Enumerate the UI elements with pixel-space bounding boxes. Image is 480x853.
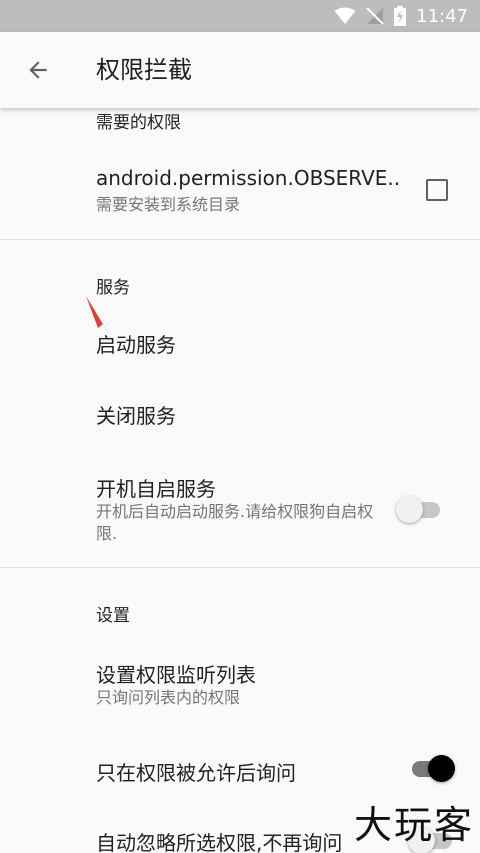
back-button[interactable] [14,46,62,94]
monitor-list-summary: 只询问列表内的权限 [96,688,241,707]
arrow-back-icon [29,61,47,79]
ask-after-granted-switch[interactable] [408,753,460,783]
switch-thumb [428,755,455,782]
category-required-permissions: 需要的权限 [96,113,181,133]
watermark-logo: 大玩客 [353,803,474,847]
stop-service-item[interactable]: 关闭服务 [96,400,176,429]
ask-after-granted-title: 只在权限被允许后询问 [96,761,296,785]
autostart-switch[interactable] [396,494,448,524]
divider [0,567,480,568]
status-time: 11:47 [416,5,468,27]
divider [0,239,480,240]
autostart-summary: 开机后自动启动服务.请给权限狗自启权限. [96,502,374,543]
auto-ignore-title: 自动忽略所选权限,不再询问 [96,831,343,853]
battery-charging-icon [394,6,407,26]
permission-item-title: android.permission.OBSERVE.. [96,166,401,190]
switch-thumb [396,496,423,523]
permission-item-summary: 需要安装到系统目录 [96,195,241,214]
monitor-list-title: 设置权限监听列表 [96,663,256,687]
app-bar: 权限拦截 [0,32,480,108]
preferences-list[interactable]: 需要的权限 android.permission.OBSERVE.. 需要安装到… [0,108,480,853]
status-bar: 11:47 [0,0,480,32]
autostart-title: 开机自启服务 [96,477,216,501]
no-signal-icon [366,7,384,25]
category-settings: 设置 [96,606,130,626]
page-title: 权限拦截 [96,56,192,84]
permission-checkbox[interactable] [426,179,448,201]
wifi-icon [334,7,356,24]
annotation-arrow-icon [86,296,110,336]
status-icons: 11:47 [334,4,468,28]
